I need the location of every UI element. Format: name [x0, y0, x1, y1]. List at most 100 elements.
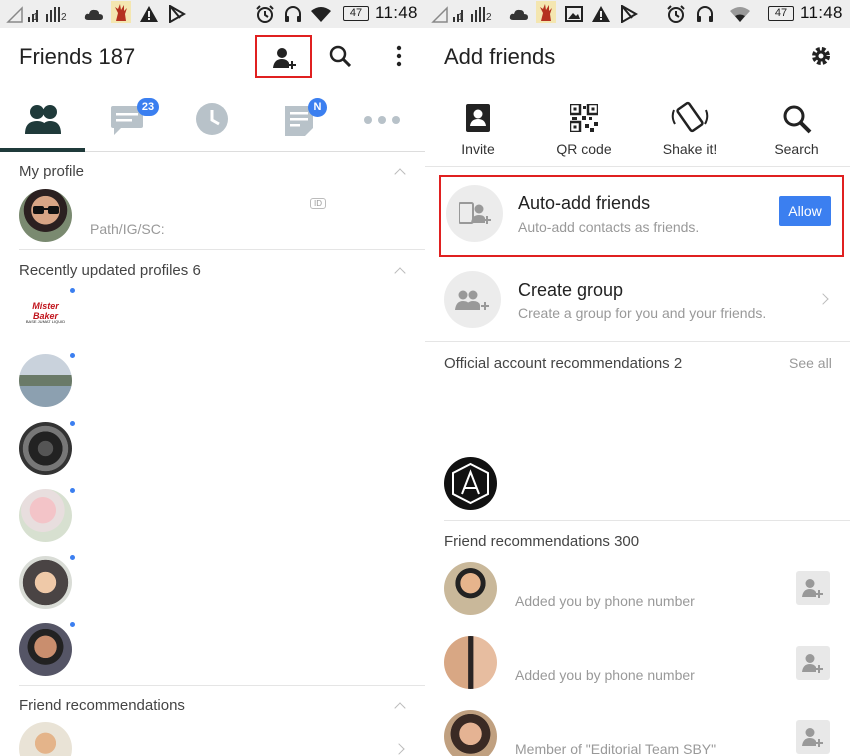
collapse-recent-icon[interactable]: [394, 267, 406, 279]
play-store-icon: [620, 5, 638, 23]
cloud-icon: [84, 5, 104, 23]
clock-icon: [196, 103, 228, 135]
cloud-icon: [509, 5, 529, 23]
avatar: [19, 556, 72, 609]
tab-chats[interactable]: 23: [85, 88, 170, 152]
qr-code-button[interactable]: QR code: [531, 95, 637, 167]
allow-button[interactable]: Allow: [779, 196, 831, 226]
group-add-icon: [455, 290, 489, 310]
auto-add-title: Auto-add friends: [518, 193, 651, 213]
list-item[interactable]: [19, 421, 419, 481]
see-all-link[interactable]: See all: [789, 355, 832, 371]
friend-rec-header: Friend recommendations: [19, 697, 185, 714]
shake-button[interactable]: Shake it!: [637, 95, 743, 167]
search-button[interactable]: [329, 45, 352, 72]
search-button[interactable]: Search: [743, 95, 850, 167]
tab-news[interactable]: N: [255, 88, 340, 152]
wifi-icon: [310, 5, 332, 23]
list-item[interactable]: Mister Baker BASE JUMAT LIQUID: [19, 288, 419, 348]
invite-button[interactable]: Invite: [425, 95, 531, 167]
chevron-right-icon: [393, 743, 405, 755]
logo-subtext: BASE JUMAT LIQUID: [25, 319, 66, 324]
glasses-icon: [33, 206, 59, 214]
table-row[interactable]: Added you by phone number: [425, 636, 850, 702]
auto-add-friends-row[interactable]: Auto-add friends Auto-add contacts as fr…: [439, 175, 844, 257]
avatar: [444, 710, 497, 756]
more-options-button[interactable]: [392, 44, 406, 73]
play-store-icon: [168, 5, 186, 23]
add-friend-button[interactable]: [796, 646, 830, 680]
section-divider: [19, 685, 425, 686]
search-label: Search: [774, 141, 819, 157]
tab-friends[interactable]: [0, 88, 85, 152]
avatar: Mister Baker BASE JUMAT LIQUID: [19, 291, 72, 344]
recommendation-note: Member of "Editorial Team SBY": [515, 741, 717, 756]
avatar: [19, 489, 72, 542]
update-dot: [70, 353, 75, 358]
update-dot: [70, 288, 75, 293]
status-time: 11:48: [800, 3, 843, 22]
qr-code-icon: [570, 104, 598, 132]
table-row[interactable]: Added you by phone number: [425, 560, 850, 626]
friends-icon: [25, 105, 61, 134]
tab-timeline[interactable]: [170, 88, 255, 152]
status-bar: 1 2 47 11:48: [425, 0, 850, 28]
invite-label: Invite: [461, 141, 495, 157]
app-deer-icon: [111, 1, 131, 23]
settings-button[interactable]: [810, 45, 832, 72]
friend-rec-header: Friend recommendations 300: [444, 533, 640, 550]
add-friend-button[interactable]: [796, 720, 830, 754]
list-item[interactable]: [19, 488, 419, 548]
create-group-row[interactable]: Create group Create a group for you and …: [425, 262, 850, 342]
sim2-label: 2: [486, 12, 492, 23]
add-friend-button[interactable]: [796, 571, 830, 605]
list-item[interactable]: [19, 353, 419, 413]
avatar: [19, 623, 72, 676]
warning-icon: [140, 5, 158, 23]
add-friends-screen: 1 2 47 11:48 Add friends Invite QR code …: [425, 0, 850, 756]
add-friend-icon: [802, 728, 823, 747]
add-friend-icon: [802, 579, 823, 598]
wifi-icon: [729, 5, 751, 23]
auto-add-subtitle: Auto-add contacts as friends.: [518, 219, 700, 235]
battery-level: 47: [343, 6, 369, 21]
update-dot: [70, 622, 75, 627]
id-badge[interactable]: ID: [310, 198, 326, 209]
recently-updated-header: Recently updated profiles 6: [19, 262, 201, 279]
add-friend-icon: [802, 654, 823, 673]
official-accounts-header: Official account recommendations 2: [444, 355, 683, 372]
auto-add-icon: [459, 202, 491, 224]
image-icon: [565, 5, 583, 23]
avatar: [19, 422, 72, 475]
app-deer-icon: [536, 1, 556, 23]
chats-badge: 23: [137, 98, 159, 116]
update-dot: [70, 421, 75, 426]
add-friend-icon: [273, 48, 296, 69]
avatar: [444, 636, 497, 689]
news-badge: N: [308, 98, 327, 117]
collapse-my-profile-icon[interactable]: [394, 168, 406, 180]
page-title: Friends 187: [19, 44, 136, 69]
friends-screen: 1 2 47 11:48 Friends 187 23 N My profile…: [0, 0, 425, 756]
tab-more[interactable]: [340, 88, 425, 152]
recommendation-note: Added you by phone number: [515, 593, 695, 609]
recommendation-note: Added you by phone number: [515, 667, 695, 683]
collapse-friend-rec-icon[interactable]: [394, 702, 406, 714]
list-item[interactable]: [19, 555, 419, 615]
table-row[interactable]: Member of "Editorial Team SBY": [425, 710, 850, 756]
section-divider: [19, 249, 425, 250]
my-profile-row[interactable]: Path/IG/SC: ID: [0, 186, 425, 246]
headset-icon: [283, 5, 303, 23]
gear-icon: [812, 47, 830, 65]
avatar: [19, 722, 72, 756]
my-avatar: [19, 189, 72, 242]
logo-text: Mister Baker: [32, 301, 59, 321]
add-friend-button[interactable]: [255, 35, 312, 78]
official-account-avatar[interactable]: [444, 457, 497, 510]
avatar: [19, 354, 72, 407]
list-item[interactable]: [19, 622, 419, 682]
add-methods-bar: Invite QR code Shake it! Search: [425, 95, 850, 167]
profile-status-message: Path/IG/SC:: [90, 221, 165, 237]
list-item[interactable]: [19, 722, 419, 756]
headset-icon: [695, 5, 715, 23]
